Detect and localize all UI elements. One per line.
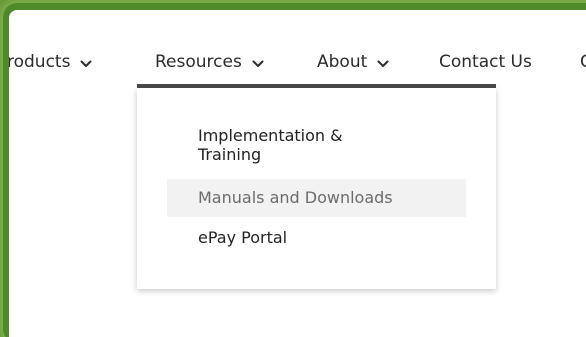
nav-item-truncated[interactable]: C: [580, 49, 586, 75]
nav-item-products[interactable]: roducts: [9, 49, 92, 75]
page-viewport: roducts Resources About Contact Us C Imp…: [9, 10, 586, 337]
chevron-down-icon: [377, 60, 389, 68]
nav-item-label: C: [580, 52, 586, 72]
chevron-down-icon: [252, 60, 264, 68]
nav-item-label: About: [317, 52, 368, 72]
chevron-down-icon: [80, 60, 92, 68]
nav-item-about[interactable]: About: [317, 49, 389, 75]
nav-item-label: roducts: [9, 52, 71, 72]
nav-item-contact-us[interactable]: Contact Us: [439, 49, 532, 75]
nav-item-label: Contact Us: [439, 52, 532, 72]
resources-dropdown-menu: Implementation & Training Manuals and Do…: [137, 88, 496, 289]
dropdown-item-manuals-downloads[interactable]: Manuals and Downloads: [198, 188, 393, 207]
dropdown-item-epay-portal[interactable]: ePay Portal: [198, 228, 287, 247]
dropdown-item-implementation-training[interactable]: Implementation & Training: [198, 126, 398, 164]
screenshot-frame: roducts Resources About Contact Us C Imp…: [0, 0, 586, 337]
nav-item-label: Resources: [155, 52, 242, 72]
nav-item-resources[interactable]: Resources: [155, 49, 264, 75]
